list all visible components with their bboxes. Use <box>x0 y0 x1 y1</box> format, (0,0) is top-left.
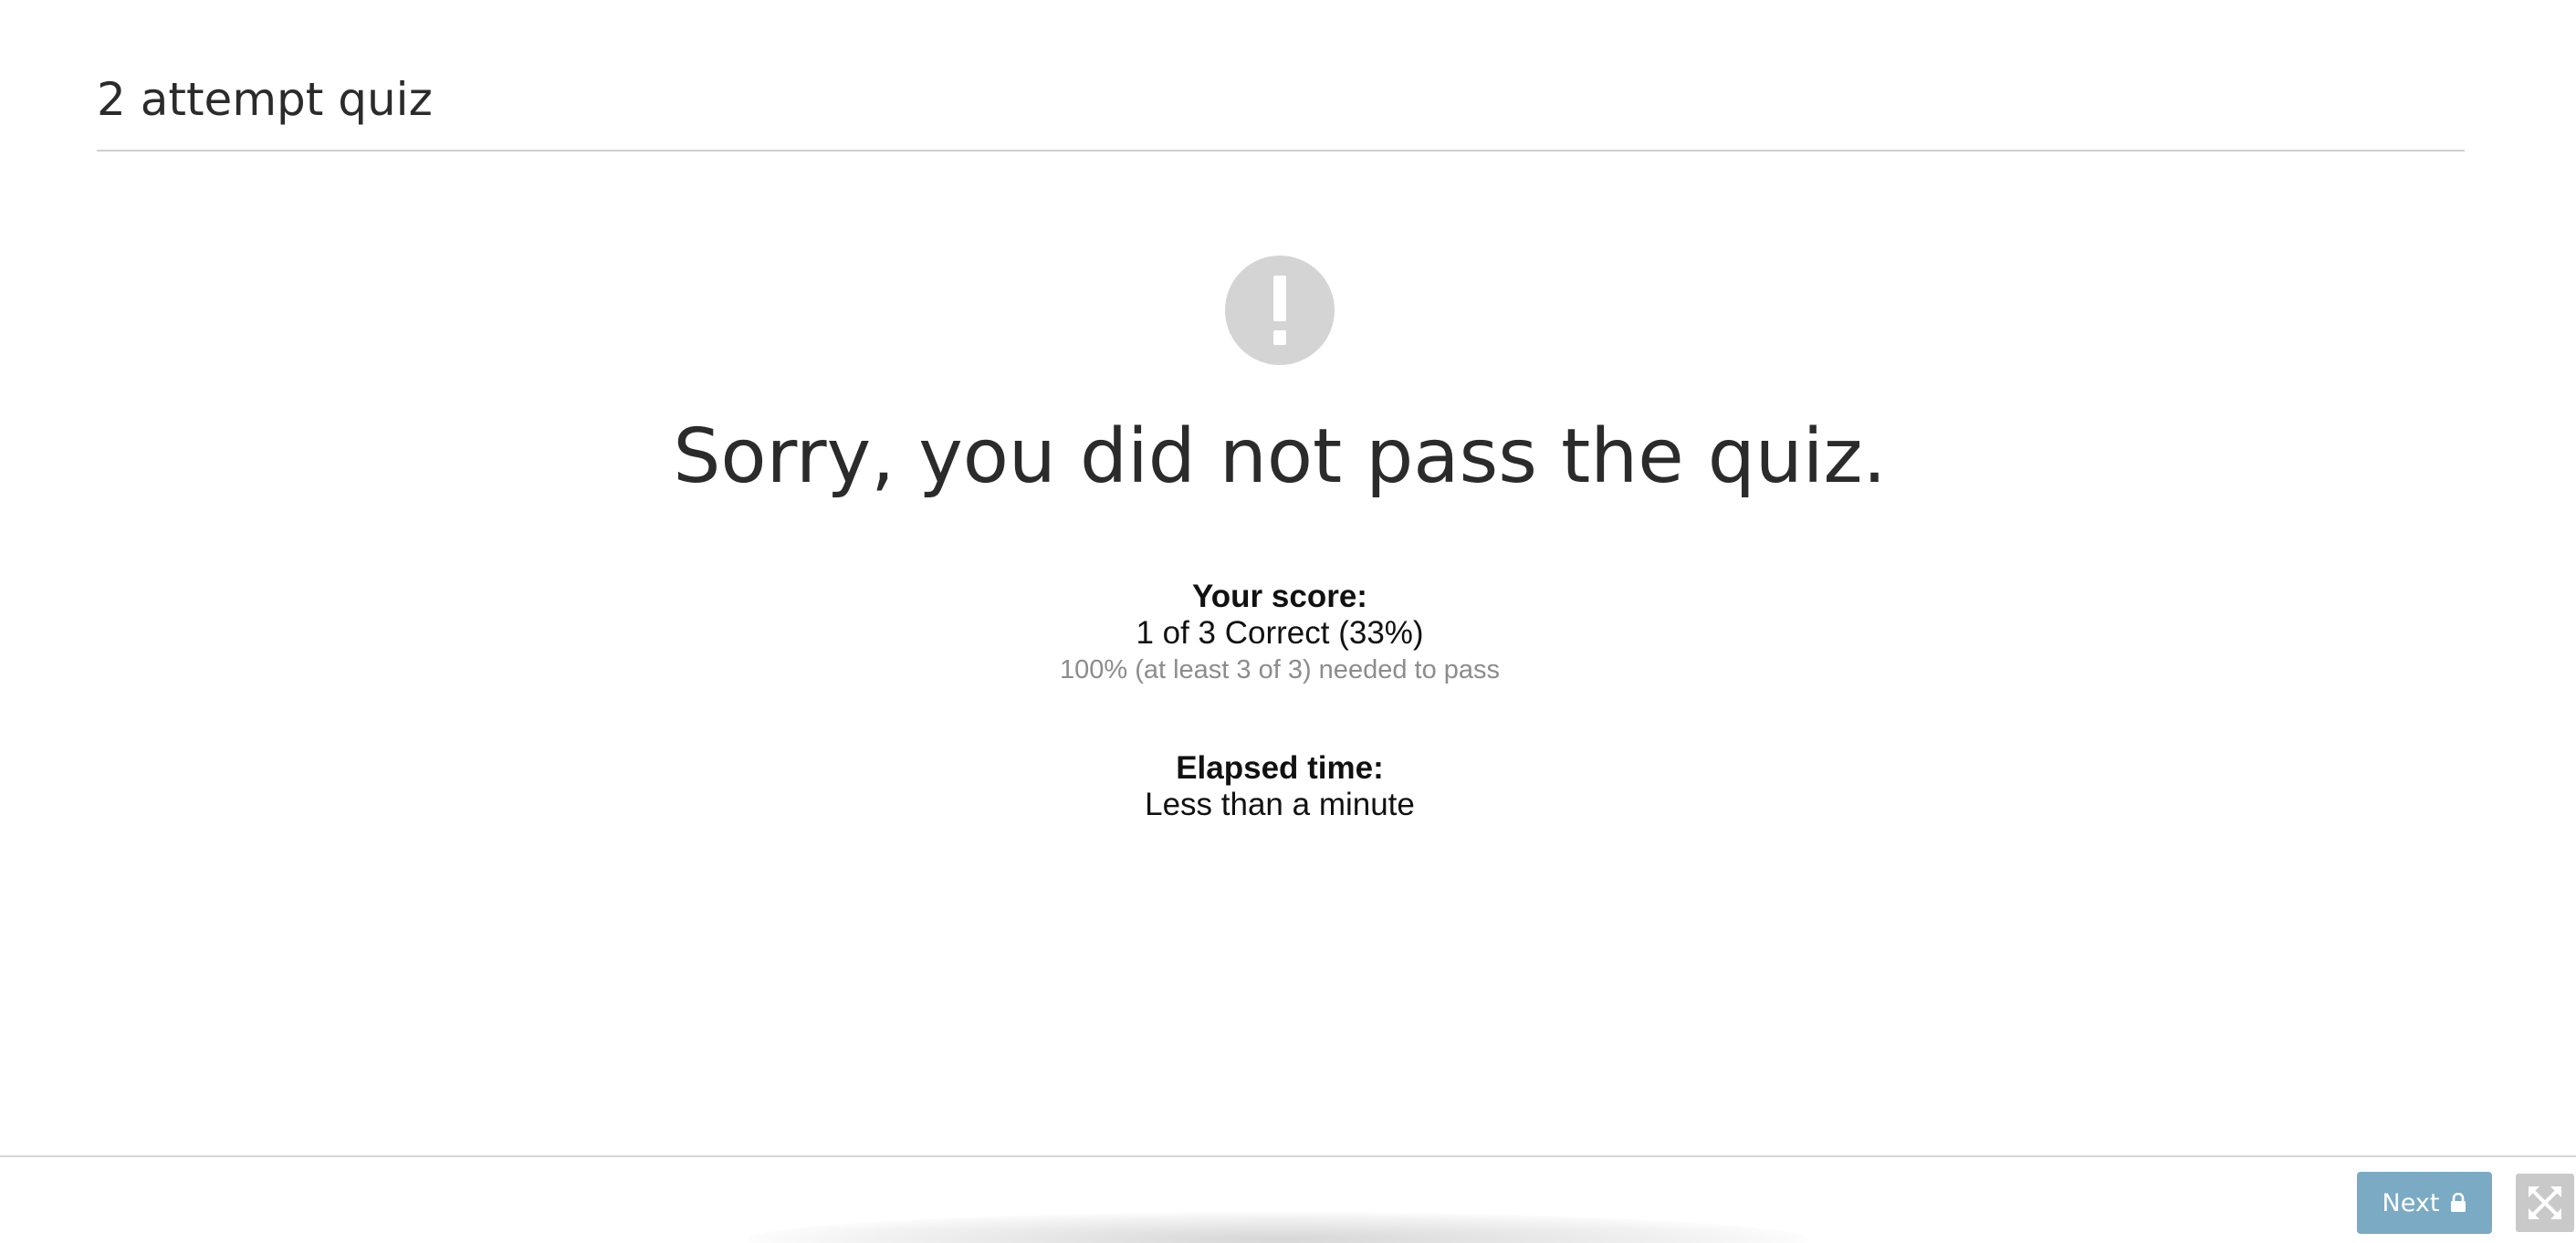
exclamation-circle-icon <box>1225 256 1335 365</box>
score-label: Your score: <box>1192 579 1367 614</box>
score-value: 1 of 3 Correct (33%) <box>1136 615 1424 651</box>
elapsed-time-label: Elapsed time: <box>1176 750 1384 786</box>
elapsed-time-section: Elapsed time: Less than a minute <box>0 750 2560 823</box>
result-heading: Sorry, you did not pass the quiz. <box>673 413 1887 500</box>
score-section: Your score: 1 of 3 Correct (33%) 100% (a… <box>0 579 2560 688</box>
quiz-title: 2 attempt quiz <box>97 73 433 126</box>
quiz-result-page: 2 attempt quiz Sorry, you did not pass t… <box>0 0 2576 1243</box>
fullscreen-expand-icon <box>2529 1186 2561 1219</box>
pass-requirement: 100% (at least 3 of 3) needed to pass <box>1059 655 1501 684</box>
footer-shadow <box>749 1212 1807 1243</box>
next-button-label: Next <box>2382 1188 2440 1217</box>
lock-icon <box>2451 1193 2466 1212</box>
quiz-header: 2 attempt quiz <box>97 66 2465 151</box>
elapsed-time-value: Less than a minute <box>1145 787 1415 822</box>
footer-bar <box>0 1155 2576 1243</box>
next-button[interactable]: Next <box>2357 1172 2492 1234</box>
fullscreen-button[interactable] <box>2516 1174 2574 1232</box>
